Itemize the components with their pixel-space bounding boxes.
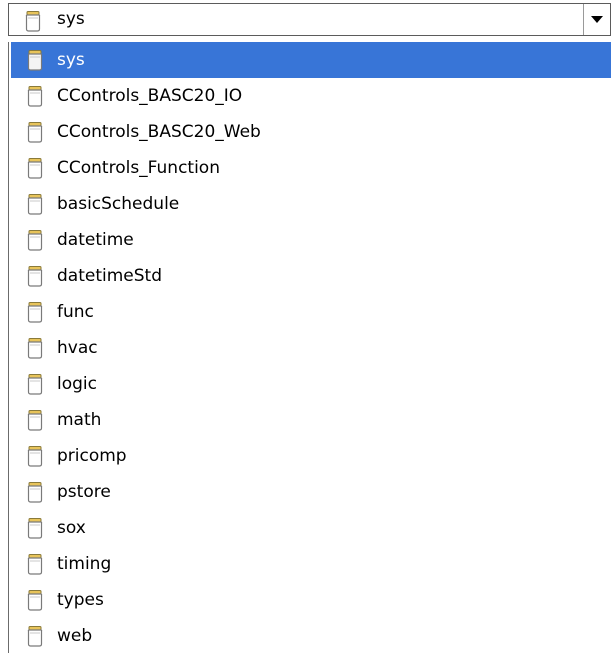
list-item[interactable]: datetimeStd bbox=[11, 258, 611, 294]
kit-jar-icon bbox=[24, 265, 46, 287]
list-item[interactable]: pstore bbox=[11, 474, 611, 510]
list-item-label: sys bbox=[57, 50, 85, 70]
kit-jar-icon bbox=[24, 229, 46, 251]
kit-jar-icon bbox=[22, 10, 44, 32]
kit-jar-icon bbox=[24, 553, 46, 575]
kit-jar-icon bbox=[24, 49, 46, 71]
list-item[interactable]: CControls_Function bbox=[11, 150, 611, 186]
list-item[interactable]: CControls_BASC20_IO bbox=[11, 78, 611, 114]
list-item[interactable]: sys bbox=[11, 42, 611, 78]
list-item-label: func bbox=[57, 302, 94, 322]
list-item[interactable]: datetime bbox=[11, 222, 611, 258]
list-item-label: CControls_Function bbox=[57, 158, 220, 178]
kit-jar-icon bbox=[24, 157, 46, 179]
list-item[interactable]: logic bbox=[11, 366, 611, 402]
list-item[interactable]: sox bbox=[11, 510, 611, 546]
list-item-label: timing bbox=[57, 554, 112, 574]
kit-jar-icon bbox=[24, 373, 46, 395]
kit-jar-icon bbox=[24, 517, 46, 539]
list-item[interactable]: basicSchedule bbox=[11, 186, 611, 222]
list-item-label: datetimeStd bbox=[57, 266, 162, 286]
kit-jar-icon bbox=[24, 85, 46, 107]
triangle-down-icon bbox=[591, 16, 603, 23]
list-item[interactable]: timing bbox=[11, 546, 611, 582]
list-item-label: pricomp bbox=[57, 446, 127, 466]
kit-select-combobox[interactable]: sys bbox=[8, 3, 611, 36]
list-item-label: pstore bbox=[57, 482, 111, 502]
kit-dropdown-list[interactable]: sys CControls_BASC20_IO CControls_BASC20_W… bbox=[8, 42, 611, 653]
list-item-label: CControls_BASC20_IO bbox=[57, 86, 243, 106]
list-item[interactable]: pricomp bbox=[11, 438, 611, 474]
kit-jar-icon bbox=[24, 445, 46, 467]
list-item-label: math bbox=[57, 410, 102, 430]
list-item-label: web bbox=[57, 626, 93, 646]
list-item[interactable]: types bbox=[11, 582, 611, 618]
list-item-label: CControls_BASC20_Web bbox=[57, 122, 261, 142]
kit-jar-icon bbox=[24, 625, 46, 647]
kit-jar-icon bbox=[24, 121, 46, 143]
list-item[interactable]: web bbox=[11, 618, 611, 653]
list-item[interactable]: math bbox=[11, 402, 611, 438]
kit-jar-icon bbox=[24, 193, 46, 215]
list-item-label: logic bbox=[57, 374, 97, 394]
list-item[interactable]: func bbox=[11, 294, 611, 330]
kit-jar-icon bbox=[24, 301, 46, 323]
list-item-label: types bbox=[57, 590, 104, 610]
list-item-label: sox bbox=[57, 518, 86, 538]
kit-jar-icon bbox=[24, 481, 46, 503]
combo-selected-value: sys bbox=[57, 9, 85, 29]
kit-jar-icon bbox=[24, 337, 46, 359]
dropdown-button[interactable] bbox=[583, 4, 610, 35]
list-item[interactable]: CControls_BASC20_Web bbox=[11, 114, 611, 150]
list-item[interactable]: hvac bbox=[11, 330, 611, 366]
kit-jar-icon bbox=[24, 409, 46, 431]
list-item-label: datetime bbox=[57, 230, 134, 250]
list-item-label: basicSchedule bbox=[57, 194, 180, 214]
kit-jar-icon bbox=[24, 589, 46, 611]
list-item-label: hvac bbox=[57, 338, 98, 358]
